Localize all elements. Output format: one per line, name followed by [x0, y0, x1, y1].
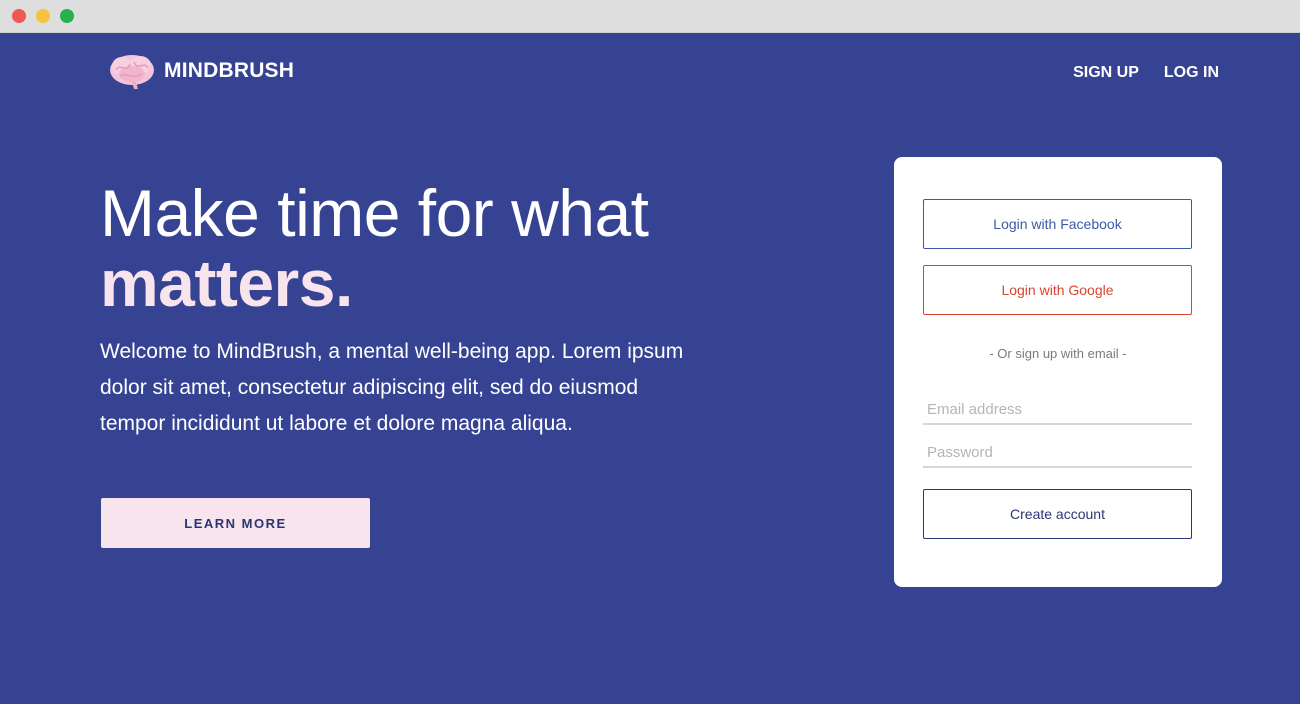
minimize-window-button[interactable]: [36, 9, 50, 23]
email-divider: - Or sign up with email -: [989, 346, 1127, 361]
signup-link[interactable]: SIGN UP: [1073, 64, 1139, 82]
hero-section: Make time for what matters. Welcome to M…: [100, 178, 740, 442]
browser-window: MINDBRUSH SIGN UP LOG IN Make time for w…: [0, 0, 1300, 704]
create-account-button[interactable]: Create account: [923, 489, 1192, 539]
headline-line-2: matters.: [100, 246, 353, 320]
headline-line-1: Make time for what: [100, 176, 649, 250]
close-window-button[interactable]: [12, 9, 26, 23]
top-nav: SIGN UP LOG IN: [1073, 64, 1219, 82]
auth-card: Login with Facebook Login with Google - …: [894, 157, 1222, 587]
brain-icon: [108, 52, 156, 90]
login-facebook-button[interactable]: Login with Facebook: [923, 199, 1192, 249]
hero-headline: Make time for what matters.: [100, 178, 740, 318]
hero-intro: Welcome to MindBrush, a mental well-bein…: [100, 340, 684, 435]
email-field[interactable]: [923, 395, 1192, 425]
brand-logo[interactable]: MINDBRUSH: [108, 52, 294, 90]
login-google-button[interactable]: Login with Google: [923, 265, 1192, 315]
password-field[interactable]: [923, 438, 1192, 468]
maximize-window-button[interactable]: [60, 9, 74, 23]
learn-more-button[interactable]: LEARN MORE: [101, 498, 370, 548]
window-titlebar: [0, 0, 1300, 33]
brand-name: MINDBRUSH: [164, 59, 295, 82]
login-link[interactable]: LOG IN: [1164, 64, 1219, 82]
